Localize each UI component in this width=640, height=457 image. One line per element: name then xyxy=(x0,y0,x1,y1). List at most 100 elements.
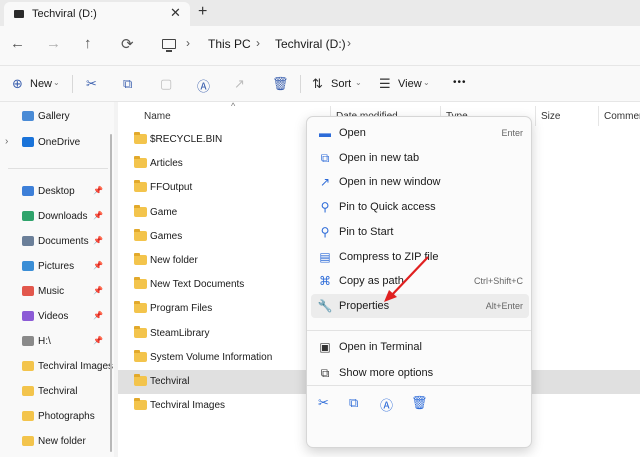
file-name: FFOutput xyxy=(150,182,193,194)
column-divider[interactable] xyxy=(598,106,599,126)
back-icon[interactable]: ← xyxy=(10,35,25,52)
folder-icon xyxy=(134,253,147,265)
desktop-icon xyxy=(22,186,34,196)
new-window-icon: ↗ xyxy=(319,175,331,190)
sort-button[interactable]: Sort xyxy=(331,78,351,90)
pin-icon[interactable]: 📌 xyxy=(93,211,103,220)
copy-icon[interactable]: ⧉ xyxy=(349,395,358,411)
chevron-down-icon[interactable]: ⌄ xyxy=(53,78,60,87)
chevron-right-icon[interactable]: › xyxy=(5,136,8,147)
sort-ascending-icon: ^ xyxy=(231,101,236,111)
pin-icon[interactable]: 📌 xyxy=(93,236,103,245)
menu-item-pin-to-start[interactable]: ⚲ Pin to Start xyxy=(311,220,529,244)
sidebar-item-photographs[interactable]: Photographs xyxy=(0,407,114,427)
sidebar-item-label: Desktop xyxy=(38,186,75,197)
rename-icon[interactable]: Ⓐ xyxy=(380,395,393,414)
breadcrumb-separator: › xyxy=(256,36,260,50)
folder-icon xyxy=(134,156,147,169)
view-button[interactable]: View xyxy=(398,78,422,90)
more-options-button[interactable]: ••• xyxy=(453,77,467,88)
menu-item-shortcut: Ctrl+Shift+C xyxy=(473,276,523,287)
sidebar-item-techviral-images[interactable]: Techviral Images xyxy=(0,357,114,377)
share-icon[interactable]: ↗ xyxy=(234,76,245,92)
pin-icon[interactable]: 📌 xyxy=(93,336,103,345)
new-icon[interactable]: ⊕ xyxy=(12,76,23,92)
up-icon[interactable]: ↑ xyxy=(84,35,92,52)
sidebar-item-downloads[interactable]: Downloads 📌 xyxy=(0,207,114,227)
file-name: New folder xyxy=(150,255,198,266)
file-name: Program Files xyxy=(150,303,213,315)
copy-icon[interactable]: ⧉ xyxy=(123,76,132,92)
refresh-icon[interactable]: ⟳ xyxy=(121,35,134,53)
chevron-down-icon[interactable]: ⌄ xyxy=(355,78,362,87)
pin-icon[interactable]: 📌 xyxy=(93,311,103,320)
folder-icon xyxy=(134,132,147,144)
column-header-comments[interactable]: Commer xyxy=(604,111,640,122)
chevron-down-icon[interactable]: ⌄ xyxy=(423,78,430,87)
delete-icon[interactable]: 🗑 xyxy=(411,395,428,411)
column-header-name[interactable]: Name xyxy=(144,111,171,122)
column-header-size[interactable]: Size xyxy=(541,111,560,122)
folder-icon xyxy=(134,228,147,241)
cut-icon[interactable]: ✂ xyxy=(318,395,329,411)
sidebar-item-label: Videos xyxy=(38,311,69,322)
folder-icon xyxy=(22,436,34,446)
sidebar-item-onedrive[interactable]: › OneDrive xyxy=(0,133,114,153)
view-icon[interactable]: ☰ xyxy=(379,76,391,92)
file-name: System Volume Information xyxy=(150,351,273,363)
sidebar-item-pictures[interactable]: Pictures 📌 xyxy=(0,257,114,277)
cut-icon[interactable]: ✂ xyxy=(86,76,97,92)
menu-item-open-in-terminal[interactable]: ▣ Open in Terminal xyxy=(311,335,529,359)
tab-close-icon[interactable]: ✕ xyxy=(170,5,181,21)
sidebar-item-new-folder[interactable]: New folder xyxy=(0,432,114,452)
file-name: Techviral xyxy=(150,376,190,387)
sort-icon[interactable]: ⇅ xyxy=(312,76,323,92)
music-icon xyxy=(22,286,34,296)
this-pc-icon xyxy=(162,39,176,52)
file-name: Techviral Images xyxy=(150,400,226,412)
documents-icon xyxy=(22,236,34,246)
breadcrumb-this-pc[interactable]: This PC xyxy=(208,37,251,51)
breadcrumb-techviral[interactable]: Techviral (D:) xyxy=(275,37,346,51)
tab-techviral[interactable]: Techviral (D:) ✕ xyxy=(4,2,190,26)
file-name: New Text Documents xyxy=(150,279,245,291)
sidebar-item-label: OneDrive xyxy=(38,137,81,148)
forward-icon[interactable]: → xyxy=(46,35,61,52)
breadcrumb-separator: › xyxy=(347,36,351,50)
menu-item-label: Pin to Start xyxy=(339,225,394,238)
new-tab-button[interactable]: + xyxy=(198,3,207,21)
sidebar-scrollbar[interactable] xyxy=(110,134,112,452)
delete-icon[interactable]: 🗑 xyxy=(272,76,289,92)
menu-item-pin-to-quick-access[interactable]: ⚲ Pin to Quick access xyxy=(311,195,529,219)
menu-item-open-in-new-window[interactable]: ↗ Open in new window xyxy=(311,170,529,194)
sidebar-item-gallery[interactable]: Gallery xyxy=(0,107,114,127)
pin-icon[interactable]: 📌 xyxy=(93,286,103,295)
sidebar-item-label: Gallery xyxy=(38,111,70,122)
wrench-icon: 🔧 xyxy=(317,298,333,313)
folder-icon xyxy=(22,411,34,421)
rename-icon[interactable]: Ⓐ xyxy=(197,76,210,95)
sidebar-item-label: Techviral xyxy=(38,386,78,397)
folder-icon xyxy=(134,374,147,386)
sidebar-item-videos[interactable]: Videos 📌 xyxy=(0,307,114,327)
drive-icon xyxy=(22,336,34,346)
menu-item-label: Open in new window xyxy=(339,176,441,189)
folder-icon xyxy=(134,277,147,290)
paste-icon[interactable]: ▢ xyxy=(160,76,172,92)
pin-start-icon: ⚲ xyxy=(320,224,330,239)
pin-icon[interactable]: 📌 xyxy=(93,186,103,195)
new-button[interactable]: New xyxy=(30,78,52,90)
sidebar-item-h-[interactable]: H:\ 📌 xyxy=(0,332,114,352)
sidebar-item-documents[interactable]: Documents 📌 xyxy=(0,232,114,252)
column-divider[interactable] xyxy=(535,106,536,126)
menu-item-open[interactable]: ▬ Open Enter xyxy=(311,121,529,145)
menu-item-open-in-new-tab[interactable]: ⧉ Open in new tab xyxy=(311,146,529,170)
address-bar: ← → ↑ ⟳ › This PC › Techviral (D:) › xyxy=(0,26,640,66)
sidebar-item-techviral[interactable]: Techviral xyxy=(0,382,114,402)
sidebar-item-music[interactable]: Music 📌 xyxy=(0,282,114,302)
folder-icon xyxy=(22,361,34,371)
sidebar-item-desktop[interactable]: Desktop 📌 xyxy=(0,182,114,202)
menu-item-show-more-options[interactable]: ⧉ Show more options xyxy=(311,361,529,385)
pin-icon[interactable]: 📌 xyxy=(93,261,103,270)
menu-separator xyxy=(307,385,531,386)
